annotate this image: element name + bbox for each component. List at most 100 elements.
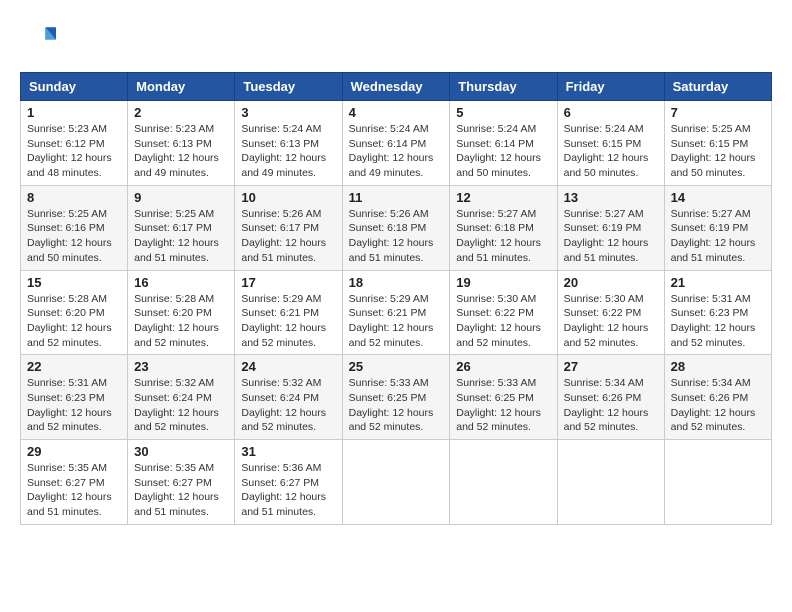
day-number: 13: [564, 190, 658, 205]
daylight-label: Daylight: 12 hours and 51 minutes.: [671, 237, 756, 264]
calendar-cell: 3 Sunrise: 5:24 AM Sunset: 6:13 PM Dayli…: [235, 101, 342, 186]
sunrise-label: Sunrise: 5:30 AM: [456, 293, 536, 305]
sunrise-label: Sunrise: 5:32 AM: [134, 377, 214, 389]
day-info: Sunrise: 5:36 AM Sunset: 6:27 PM Dayligh…: [241, 461, 335, 520]
day-info: Sunrise: 5:30 AM Sunset: 6:22 PM Dayligh…: [564, 292, 658, 351]
sunrise-label: Sunrise: 5:29 AM: [349, 293, 429, 305]
day-number: 23: [134, 359, 228, 374]
calendar-header: SundayMondayTuesdayWednesdayThursdayFrid…: [21, 73, 772, 101]
sunrise-label: Sunrise: 5:23 AM: [134, 123, 214, 135]
day-info: Sunrise: 5:26 AM Sunset: 6:18 PM Dayligh…: [349, 207, 444, 266]
daylight-label: Daylight: 12 hours and 52 minutes.: [27, 407, 112, 434]
day-info: Sunrise: 5:29 AM Sunset: 6:21 PM Dayligh…: [241, 292, 335, 351]
sunset-label: Sunset: 6:24 PM: [241, 392, 319, 404]
calendar-cell: 24 Sunrise: 5:32 AM Sunset: 6:24 PM Dayl…: [235, 355, 342, 440]
sunrise-label: Sunrise: 5:35 AM: [27, 462, 107, 474]
day-info: Sunrise: 5:29 AM Sunset: 6:21 PM Dayligh…: [349, 292, 444, 351]
calendar-cell: 26 Sunrise: 5:33 AM Sunset: 6:25 PM Dayl…: [450, 355, 557, 440]
day-info: Sunrise: 5:24 AM Sunset: 6:14 PM Dayligh…: [456, 122, 550, 181]
sunset-label: Sunset: 6:21 PM: [241, 307, 319, 319]
daylight-label: Daylight: 12 hours and 51 minutes.: [241, 491, 326, 518]
calendar-table: SundayMondayTuesdayWednesdayThursdayFrid…: [20, 72, 772, 525]
day-info: Sunrise: 5:34 AM Sunset: 6:26 PM Dayligh…: [564, 376, 658, 435]
sunset-label: Sunset: 6:21 PM: [349, 307, 427, 319]
daylight-label: Daylight: 12 hours and 51 minutes.: [349, 237, 434, 264]
sunset-label: Sunset: 6:24 PM: [134, 392, 212, 404]
calendar-cell: 23 Sunrise: 5:32 AM Sunset: 6:24 PM Dayl…: [128, 355, 235, 440]
calendar-cell: 10 Sunrise: 5:26 AM Sunset: 6:17 PM Dayl…: [235, 185, 342, 270]
calendar-cell: 6 Sunrise: 5:24 AM Sunset: 6:15 PM Dayli…: [557, 101, 664, 186]
daylight-label: Daylight: 12 hours and 52 minutes.: [349, 322, 434, 349]
day-number: 17: [241, 275, 335, 290]
day-info: Sunrise: 5:35 AM Sunset: 6:27 PM Dayligh…: [27, 461, 121, 520]
day-number: 30: [134, 444, 228, 459]
sunset-label: Sunset: 6:27 PM: [134, 477, 212, 489]
day-number: 7: [671, 105, 765, 120]
day-info: Sunrise: 5:25 AM Sunset: 6:16 PM Dayligh…: [27, 207, 121, 266]
sunset-label: Sunset: 6:13 PM: [134, 138, 212, 150]
sunrise-label: Sunrise: 5:27 AM: [671, 208, 751, 220]
sunset-label: Sunset: 6:23 PM: [671, 307, 749, 319]
day-info: Sunrise: 5:33 AM Sunset: 6:25 PM Dayligh…: [349, 376, 444, 435]
sunrise-label: Sunrise: 5:28 AM: [134, 293, 214, 305]
sunrise-label: Sunrise: 5:36 AM: [241, 462, 321, 474]
week-row-1: 1 Sunrise: 5:23 AM Sunset: 6:12 PM Dayli…: [21, 101, 772, 186]
sunset-label: Sunset: 6:26 PM: [564, 392, 642, 404]
day-info: Sunrise: 5:24 AM Sunset: 6:14 PM Dayligh…: [349, 122, 444, 181]
daylight-label: Daylight: 12 hours and 52 minutes.: [241, 322, 326, 349]
sunset-label: Sunset: 6:17 PM: [134, 222, 212, 234]
daylight-label: Daylight: 12 hours and 52 minutes.: [671, 407, 756, 434]
day-header-thursday: Thursday: [450, 73, 557, 101]
daylight-label: Daylight: 12 hours and 50 minutes.: [564, 152, 649, 179]
sunset-label: Sunset: 6:13 PM: [241, 138, 319, 150]
day-info: Sunrise: 5:33 AM Sunset: 6:25 PM Dayligh…: [456, 376, 550, 435]
day-number: 6: [564, 105, 658, 120]
day-info: Sunrise: 5:31 AM Sunset: 6:23 PM Dayligh…: [671, 292, 765, 351]
sunrise-label: Sunrise: 5:26 AM: [241, 208, 321, 220]
sunrise-label: Sunrise: 5:35 AM: [134, 462, 214, 474]
daylight-label: Daylight: 12 hours and 52 minutes.: [241, 407, 326, 434]
day-number: 2: [134, 105, 228, 120]
day-number: 4: [349, 105, 444, 120]
daylight-label: Daylight: 12 hours and 50 minutes.: [671, 152, 756, 179]
sunset-label: Sunset: 6:14 PM: [349, 138, 427, 150]
day-info: Sunrise: 5:30 AM Sunset: 6:22 PM Dayligh…: [456, 292, 550, 351]
sunset-label: Sunset: 6:22 PM: [564, 307, 642, 319]
daylight-label: Daylight: 12 hours and 52 minutes.: [671, 322, 756, 349]
day-info: Sunrise: 5:25 AM Sunset: 6:17 PM Dayligh…: [134, 207, 228, 266]
day-info: Sunrise: 5:28 AM Sunset: 6:20 PM Dayligh…: [27, 292, 121, 351]
day-number: 15: [27, 275, 121, 290]
day-number: 27: [564, 359, 658, 374]
page-header: [20, 20, 772, 56]
calendar-cell: 8 Sunrise: 5:25 AM Sunset: 6:16 PM Dayli…: [21, 185, 128, 270]
daylight-label: Daylight: 12 hours and 49 minutes.: [349, 152, 434, 179]
sunset-label: Sunset: 6:14 PM: [456, 138, 534, 150]
logo-icon: [20, 20, 56, 56]
week-row-2: 8 Sunrise: 5:25 AM Sunset: 6:16 PM Dayli…: [21, 185, 772, 270]
daylight-label: Daylight: 12 hours and 51 minutes.: [134, 237, 219, 264]
sunset-label: Sunset: 6:26 PM: [671, 392, 749, 404]
day-info: Sunrise: 5:31 AM Sunset: 6:23 PM Dayligh…: [27, 376, 121, 435]
calendar-cell: 16 Sunrise: 5:28 AM Sunset: 6:20 PM Dayl…: [128, 270, 235, 355]
calendar-cell: 5 Sunrise: 5:24 AM Sunset: 6:14 PM Dayli…: [450, 101, 557, 186]
sunrise-label: Sunrise: 5:32 AM: [241, 377, 321, 389]
daylight-label: Daylight: 12 hours and 52 minutes.: [456, 322, 541, 349]
daylight-label: Daylight: 12 hours and 52 minutes.: [564, 322, 649, 349]
calendar-cell: 27 Sunrise: 5:34 AM Sunset: 6:26 PM Dayl…: [557, 355, 664, 440]
day-info: Sunrise: 5:23 AM Sunset: 6:12 PM Dayligh…: [27, 122, 121, 181]
sunset-label: Sunset: 6:16 PM: [27, 222, 105, 234]
daylight-label: Daylight: 12 hours and 52 minutes.: [134, 322, 219, 349]
sunrise-label: Sunrise: 5:26 AM: [349, 208, 429, 220]
day-header-wednesday: Wednesday: [342, 73, 450, 101]
day-number: 25: [349, 359, 444, 374]
day-number: 12: [456, 190, 550, 205]
sunset-label: Sunset: 6:20 PM: [134, 307, 212, 319]
calendar-cell: 13 Sunrise: 5:27 AM Sunset: 6:19 PM Dayl…: [557, 185, 664, 270]
day-number: 1: [27, 105, 121, 120]
day-info: Sunrise: 5:26 AM Sunset: 6:17 PM Dayligh…: [241, 207, 335, 266]
sunset-label: Sunset: 6:12 PM: [27, 138, 105, 150]
calendar-cell: 25 Sunrise: 5:33 AM Sunset: 6:25 PM Dayl…: [342, 355, 450, 440]
day-number: 16: [134, 275, 228, 290]
sunrise-label: Sunrise: 5:25 AM: [27, 208, 107, 220]
sunset-label: Sunset: 6:20 PM: [27, 307, 105, 319]
